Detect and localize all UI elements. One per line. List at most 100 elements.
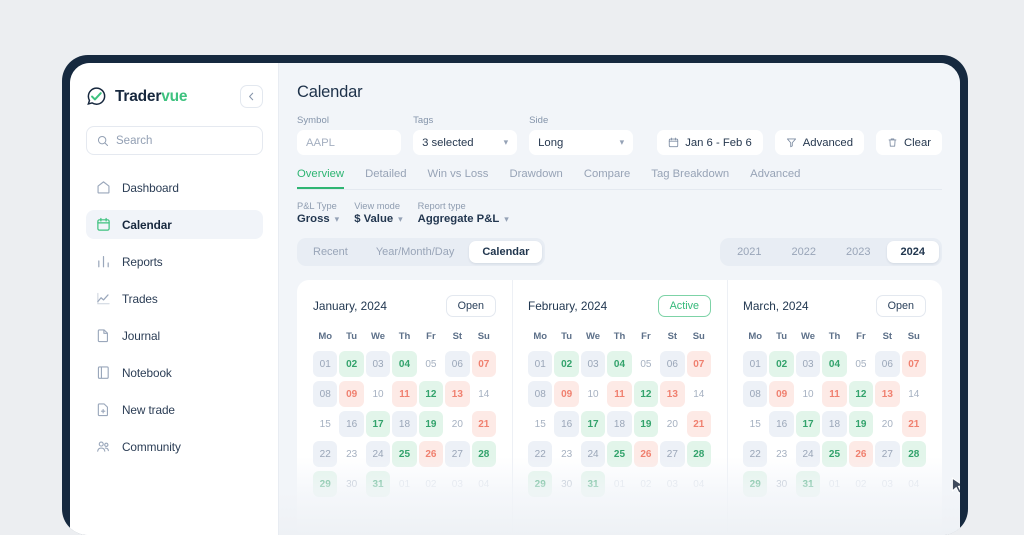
- calendar-day-cell[interactable]: 31: [365, 471, 391, 497]
- month-open-button[interactable]: Open: [875, 295, 926, 317]
- calendar-day-cell[interactable]: 07: [901, 351, 926, 377]
- calendar-day-cell[interactable]: 26: [633, 441, 659, 467]
- calendar-day-cell[interactable]: 15: [743, 411, 767, 437]
- calendar-day-cell[interactable]: 10: [581, 381, 605, 407]
- calendar-day-cell[interactable]: 06: [660, 351, 685, 377]
- sidebar-item-reports[interactable]: Reports: [86, 247, 263, 276]
- calendar-day-cell[interactable]: 19: [848, 411, 874, 437]
- tab-win-vs-loss[interactable]: Win vs Loss: [428, 168, 489, 189]
- calendar-day-cell[interactable]: 02: [419, 471, 443, 497]
- calendar-day-cell[interactable]: 04: [607, 351, 632, 377]
- brand-logo[interactable]: Tradervue: [86, 86, 187, 107]
- sidebar-item-dashboard[interactable]: Dashboard: [86, 173, 263, 202]
- calendar-day-cell[interactable]: 29: [313, 471, 338, 497]
- calendar-day-cell[interactable]: 13: [445, 381, 470, 407]
- tab-drawdown[interactable]: Drawdown: [509, 168, 562, 189]
- month-active-badge[interactable]: Active: [657, 295, 711, 317]
- calendar-day-cell[interactable]: 21: [901, 411, 926, 437]
- calendar-day-cell[interactable]: 19: [418, 411, 444, 437]
- sidebar-item-notebook[interactable]: Notebook: [86, 358, 263, 387]
- calendar-day-cell[interactable]: 01: [313, 351, 338, 377]
- sub-control-select[interactable]: Aggregate P&L ▾: [418, 213, 509, 225]
- tab-detailed[interactable]: Detailed: [365, 168, 406, 189]
- tags-select[interactable]: 3 selected ▾: [413, 130, 518, 155]
- calendar-day-cell[interactable]: 15: [528, 411, 552, 437]
- calendar-day-cell[interactable]: 19: [633, 411, 659, 437]
- tab-compare[interactable]: Compare: [584, 168, 630, 189]
- calendar-day-cell[interactable]: 23: [769, 441, 793, 467]
- tab-tag-breakdown[interactable]: Tag Breakdown: [651, 168, 729, 189]
- calendar-day-cell[interactable]: 16: [339, 411, 364, 437]
- year-2023[interactable]: 2023: [832, 241, 884, 263]
- calendar-day-cell[interactable]: 09: [769, 381, 794, 407]
- calendar-day-cell[interactable]: 25: [607, 441, 632, 467]
- calendar-day-cell[interactable]: 03: [795, 351, 821, 377]
- calendar-day-cell[interactable]: 04: [822, 351, 847, 377]
- calendar-day-cell[interactable]: 24: [365, 441, 391, 467]
- calendar-day-cell[interactable]: 27: [660, 441, 685, 467]
- calendar-day-cell[interactable]: 15: [313, 411, 337, 437]
- calendar-day-cell[interactable]: 14: [472, 381, 496, 407]
- tab-overview[interactable]: Overview: [297, 168, 345, 189]
- calendar-day-cell[interactable]: 29: [743, 471, 768, 497]
- year-2024[interactable]: 2024: [886, 241, 939, 263]
- calendar-day-cell[interactable]: 06: [875, 351, 900, 377]
- search-input[interactable]: Search: [86, 126, 263, 155]
- view-mode-calendar[interactable]: Calendar: [469, 241, 543, 263]
- calendar-day-cell[interactable]: 13: [660, 381, 685, 407]
- calendar-day-cell[interactable]: 20: [445, 411, 469, 437]
- view-mode-recent[interactable]: Recent: [300, 241, 361, 263]
- calendar-day-cell[interactable]: 27: [445, 441, 470, 467]
- calendar-day-cell[interactable]: 21: [471, 411, 496, 437]
- calendar-day-cell[interactable]: 13: [875, 381, 900, 407]
- year-2021[interactable]: 2021: [723, 241, 775, 263]
- calendar-day-cell[interactable]: 30: [339, 471, 363, 497]
- calendar-day-cell[interactable]: 14: [902, 381, 926, 407]
- calendar-day-cell[interactable]: 05: [419, 351, 443, 377]
- calendar-day-cell[interactable]: 17: [580, 411, 606, 437]
- calendar-day-cell[interactable]: 03: [875, 471, 899, 497]
- calendar-day-cell[interactable]: 01: [392, 471, 416, 497]
- calendar-day-cell[interactable]: 09: [339, 381, 364, 407]
- calendar-day-cell[interactable]: 04: [902, 471, 926, 497]
- calendar-day-cell[interactable]: 01: [822, 471, 846, 497]
- calendar-day-cell[interactable]: 26: [418, 441, 444, 467]
- calendar-day-cell[interactable]: 22: [743, 441, 768, 467]
- calendar-day-cell[interactable]: 10: [796, 381, 820, 407]
- year-2022[interactable]: 2022: [778, 241, 830, 263]
- symbol-input[interactable]: AAPL: [297, 130, 402, 155]
- view-mode-year-month-day[interactable]: Year/Month/Day: [363, 241, 467, 263]
- calendar-day-cell[interactable]: 18: [822, 411, 847, 437]
- calendar-day-cell[interactable]: 16: [769, 411, 794, 437]
- calendar-day-cell[interactable]: 30: [554, 471, 578, 497]
- calendar-day-cell[interactable]: 02: [849, 471, 873, 497]
- calendar-day-cell[interactable]: 01: [607, 471, 631, 497]
- calendar-day-cell[interactable]: 05: [849, 351, 873, 377]
- calendar-day-cell[interactable]: 02: [339, 351, 364, 377]
- calendar-day-cell[interactable]: 03: [445, 471, 469, 497]
- calendar-day-cell[interactable]: 02: [554, 351, 579, 377]
- month-open-button[interactable]: Open: [445, 295, 496, 317]
- calendar-day-cell[interactable]: 28: [471, 441, 496, 467]
- calendar-day-cell[interactable]: 24: [795, 441, 821, 467]
- calendar-day-cell[interactable]: 08: [528, 381, 553, 407]
- calendar-day-cell[interactable]: 25: [822, 441, 847, 467]
- calendar-day-cell[interactable]: 17: [365, 411, 391, 437]
- calendar-day-cell[interactable]: 24: [580, 441, 606, 467]
- calendar-day-cell[interactable]: 04: [472, 471, 496, 497]
- calendar-day-cell[interactable]: 02: [769, 351, 794, 377]
- calendar-day-cell[interactable]: 02: [634, 471, 658, 497]
- calendar-day-cell[interactable]: 21: [686, 411, 711, 437]
- calendar-day-cell[interactable]: 18: [392, 411, 417, 437]
- calendar-day-cell[interactable]: 04: [687, 471, 711, 497]
- calendar-day-cell[interactable]: 07: [471, 351, 496, 377]
- sidebar-item-journal[interactable]: Journal: [86, 321, 263, 350]
- calendar-day-cell[interactable]: 28: [901, 441, 926, 467]
- calendar-day-cell[interactable]: 11: [392, 381, 417, 407]
- clear-filters-button[interactable]: Clear: [876, 130, 942, 155]
- calendar-day-cell[interactable]: 23: [339, 441, 363, 467]
- calendar-day-cell[interactable]: 03: [365, 351, 391, 377]
- calendar-day-cell[interactable]: 06: [445, 351, 470, 377]
- calendar-day-cell[interactable]: 08: [743, 381, 768, 407]
- tab-advanced[interactable]: Advanced: [750, 168, 800, 189]
